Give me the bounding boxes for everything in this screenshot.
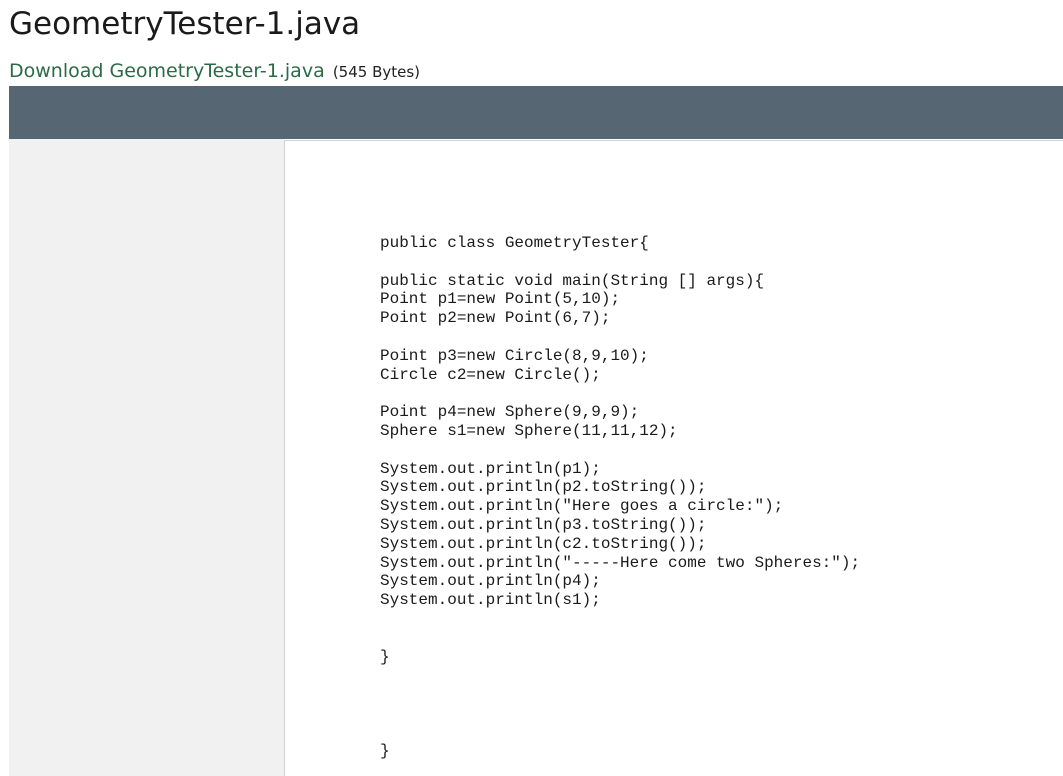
code-line: Point p2=new Point(6,7); (380, 309, 611, 328)
code-line: System.out.println("-----Here come two S… (380, 553, 861, 572)
code-line: Point p4=new Sphere(9,9,9); (380, 403, 640, 422)
code-line: public class GeometryTester{ (380, 234, 649, 252)
code-line: System.out.println(s1); (380, 591, 601, 610)
document-page: public class GeometryTester{ public stati… (284, 140, 1063, 776)
download-link[interactable]: Download GeometryTester-1.java (9, 60, 325, 82)
download-line: Download GeometryTester-1.java (545 Byte… (9, 58, 420, 85)
code-line: Circle c2=new Circle(); (380, 365, 601, 384)
viewer-toolbar (9, 86, 1063, 139)
page-title: GeometryTester-1.java (9, 6, 361, 42)
code-line: System.out.println(p2.toString()); (380, 478, 707, 497)
code-line: System.out.println(p3.toString()); (380, 515, 707, 534)
code-line: } (380, 647, 390, 666)
code-line: public static void main(String [] args){ (380, 271, 765, 290)
code-line: Point p1=new Point(5,10); (380, 290, 621, 309)
code-line: Sphere s1=new Sphere(11,11,12); (380, 421, 678, 440)
file-size: (545 Bytes) (332, 63, 421, 81)
code-line: } (380, 741, 390, 760)
code-line: System.out.println(p4); (380, 572, 601, 591)
code-line: System.out.println("Here goes a circle:"… (380, 497, 784, 516)
viewer-sidebar (9, 139, 284, 776)
code-block: public class GeometryTester{ public stati… (380, 234, 860, 760)
code-line: System.out.println(c2.toString()); (380, 534, 707, 553)
code-line: System.out.println(p1); (380, 459, 601, 478)
code-line: Point p3=new Circle(8,9,10); (380, 346, 649, 365)
